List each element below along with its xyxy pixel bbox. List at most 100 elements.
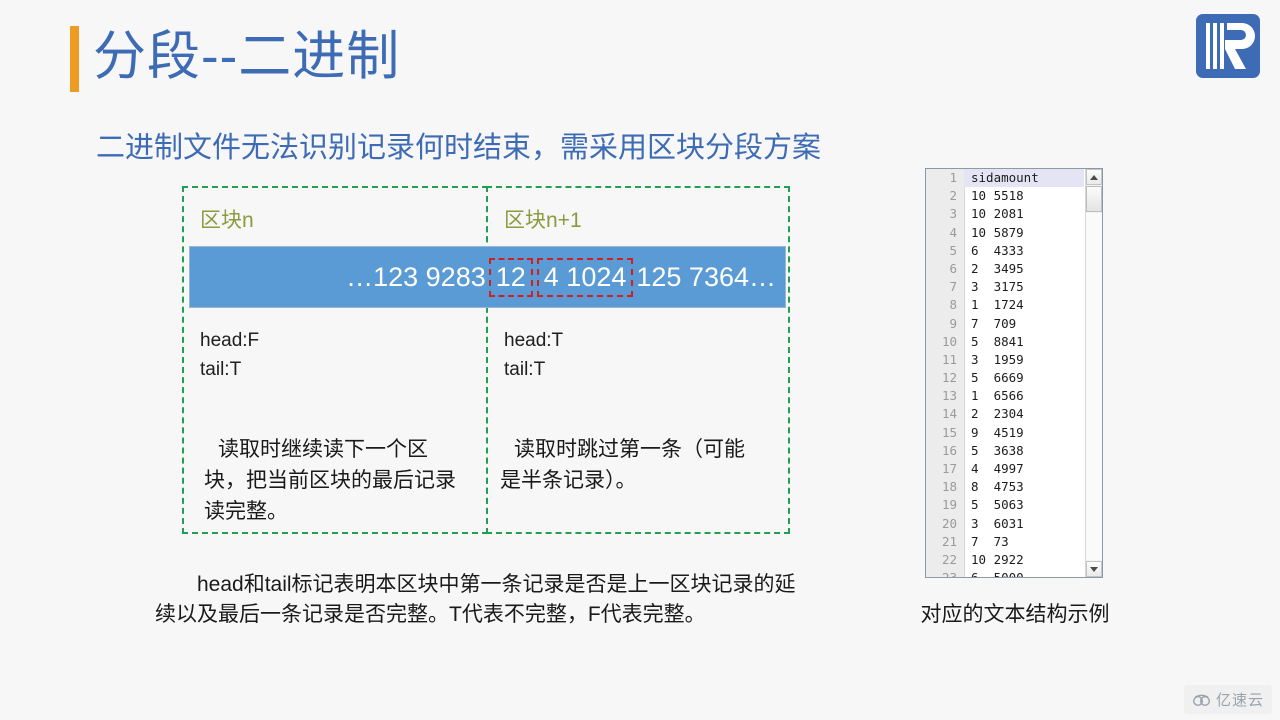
line-number: 4 [949, 224, 957, 240]
block-n-plus-1-head-flag: head:T [504, 330, 564, 351]
cell-amount: 6566 [993, 388, 1024, 404]
table-row: 4 10 5879 [926, 224, 1084, 242]
explanation-paragraph: head和tail标记表明本区块中第一条记录是否是上一区块记录的延续以及最后一条… [155, 573, 796, 626]
watermark-text: 亿速云 [1215, 692, 1264, 709]
line-number: 6 [949, 260, 957, 276]
data-segment-partial-2: 4 1024 [536, 257, 634, 297]
record-content: 5 5063 [964, 496, 1084, 514]
cell-sid: 10 [971, 224, 987, 240]
record-content: 7 709 [964, 315, 1084, 333]
cell-amount: amount [993, 170, 1039, 185]
cell-sid: 10 [971, 188, 987, 204]
cell-sid: 4 [971, 461, 979, 476]
table-row: 9 7 709 [926, 315, 1084, 333]
table-row: 23 6 5000 [926, 569, 1084, 578]
table-row: 19 5 5063 [926, 496, 1084, 514]
cell-amount: 3638 [993, 442, 1024, 458]
cell-sid: 1 [971, 297, 979, 313]
line-number: 22 [941, 551, 957, 567]
cell-sid: 2 [971, 260, 979, 276]
record-content: 10 5879 [964, 224, 1084, 242]
line-number: 1 [949, 170, 957, 185]
table-row: 12 5 6669 [926, 369, 1084, 387]
cell-sid: 3 [971, 279, 979, 295]
record-content: 7 73 [964, 533, 1084, 551]
record-content: 2 3495 [964, 260, 1084, 278]
cell-amount: 4997 [993, 461, 1024, 476]
cell-sid: 3 [971, 351, 979, 367]
record-content: 8 4753 [964, 478, 1084, 496]
data-segment-partial-1: 12 [488, 257, 533, 297]
line-number: 23 [941, 570, 957, 578]
cell-sid: 5 [971, 442, 979, 458]
line-number: 2 [949, 188, 957, 204]
binary-data-bar-content: …123 9283 12 4 1024 125 7364… [190, 247, 785, 307]
record-content: 10 2922 [964, 551, 1084, 569]
line-number: 20 [941, 515, 957, 531]
record-content: 1 1724 [964, 296, 1084, 314]
cell-amount: 73 [993, 533, 1009, 549]
cell-amount: 5879 [993, 224, 1024, 240]
page-title: 分段--二进制 [93, 27, 401, 86]
binary-data-bar: …123 9283 12 4 1024 125 7364… [189, 246, 786, 308]
cell-sid: 1 [971, 388, 979, 404]
record-content: 4 4997 [964, 460, 1084, 478]
table-row: 2 10 5518 [926, 187, 1084, 205]
table-header-row: 1 sidamount [926, 169, 1084, 188]
record-content: 3 1959 [964, 351, 1084, 369]
brand-logo-icon [1194, 12, 1262, 80]
cell-sid: 10 [971, 206, 987, 222]
record-content: 3 3175 [964, 278, 1084, 296]
panel-caption: 对应的文本结构示例 [920, 603, 1110, 626]
scrollbar-thumb[interactable] [1086, 186, 1102, 212]
cell-sid: 6 [971, 570, 979, 578]
cell-sid: 6 [971, 242, 979, 258]
cell-amount: 1959 [993, 351, 1024, 367]
table-row: 7 3 3175 [926, 278, 1084, 296]
title-accent-bar [70, 26, 79, 92]
table-row: 14 2 2304 [926, 405, 1084, 423]
line-number: 13 [941, 388, 957, 404]
cell-sid: 7 [971, 315, 979, 331]
scrollbar-track[interactable] [1086, 213, 1102, 560]
record-content: 5 8841 [964, 333, 1084, 351]
block-n-plus-1-label: 区块n+1 [504, 209, 582, 232]
record-content: sidamount [964, 169, 1084, 188]
cell-amount: 2081 [993, 206, 1024, 222]
cell-amount: 4333 [993, 242, 1024, 258]
record-content: 5 6669 [964, 369, 1084, 387]
cell-amount: 2922 [993, 551, 1024, 567]
scroll-up-button[interactable] [1086, 169, 1102, 185]
record-content: 9 4519 [964, 424, 1084, 442]
cell-sid: sid [971, 170, 994, 185]
table-row: 11 3 1959 [926, 351, 1084, 369]
text-structure-panel[interactable]: 1 sidamount 2 10 5518 3 10 2081 4 10 5879 5 6 4333 6 2 3… [925, 168, 1103, 578]
text-record-list: 1 sidamount 2 10 5518 3 10 2081 4 10 5879 5 6 4333 6 2 3… [926, 169, 1084, 577]
cell-sid: 5 [971, 497, 979, 513]
cell-sid: 10 [971, 551, 987, 567]
cell-sid: 7 [971, 533, 979, 549]
cloud-icon [1192, 694, 1210, 706]
table-row: 5 6 4333 [926, 242, 1084, 260]
table-row: 16 5 3638 [926, 442, 1084, 460]
table-row: 13 1 6566 [926, 387, 1084, 405]
line-number: 3 [949, 206, 957, 222]
cell-sid: 9 [971, 424, 979, 440]
table-row: 15 9 4519 [926, 424, 1084, 442]
line-number: 15 [941, 424, 957, 440]
data-segment-prefix: …123 9283 [346, 261, 486, 292]
cell-amount: 6669 [993, 370, 1024, 386]
line-number: 18 [941, 479, 957, 495]
block-n-tail-flag: tail:T [200, 359, 242, 380]
block-n-note: 读取时继续读下一个区块，把当前区块的最后记录读完整。 [204, 438, 456, 523]
data-segment-suffix: 125 7364… [636, 261, 776, 292]
line-number: 16 [941, 442, 957, 458]
panel-vertical-scrollbar[interactable] [1085, 169, 1102, 577]
cell-amount: 709 [993, 315, 1017, 331]
block-n-plus-1-tail-flag: tail:T [504, 359, 546, 380]
scroll-down-button[interactable] [1086, 561, 1102, 577]
block-n-label: 区块n [200, 209, 254, 232]
table-row: 17 4 4997 [926, 460, 1084, 478]
cell-sid: 8 [971, 479, 979, 495]
table-row: 18 8 4753 [926, 478, 1084, 496]
